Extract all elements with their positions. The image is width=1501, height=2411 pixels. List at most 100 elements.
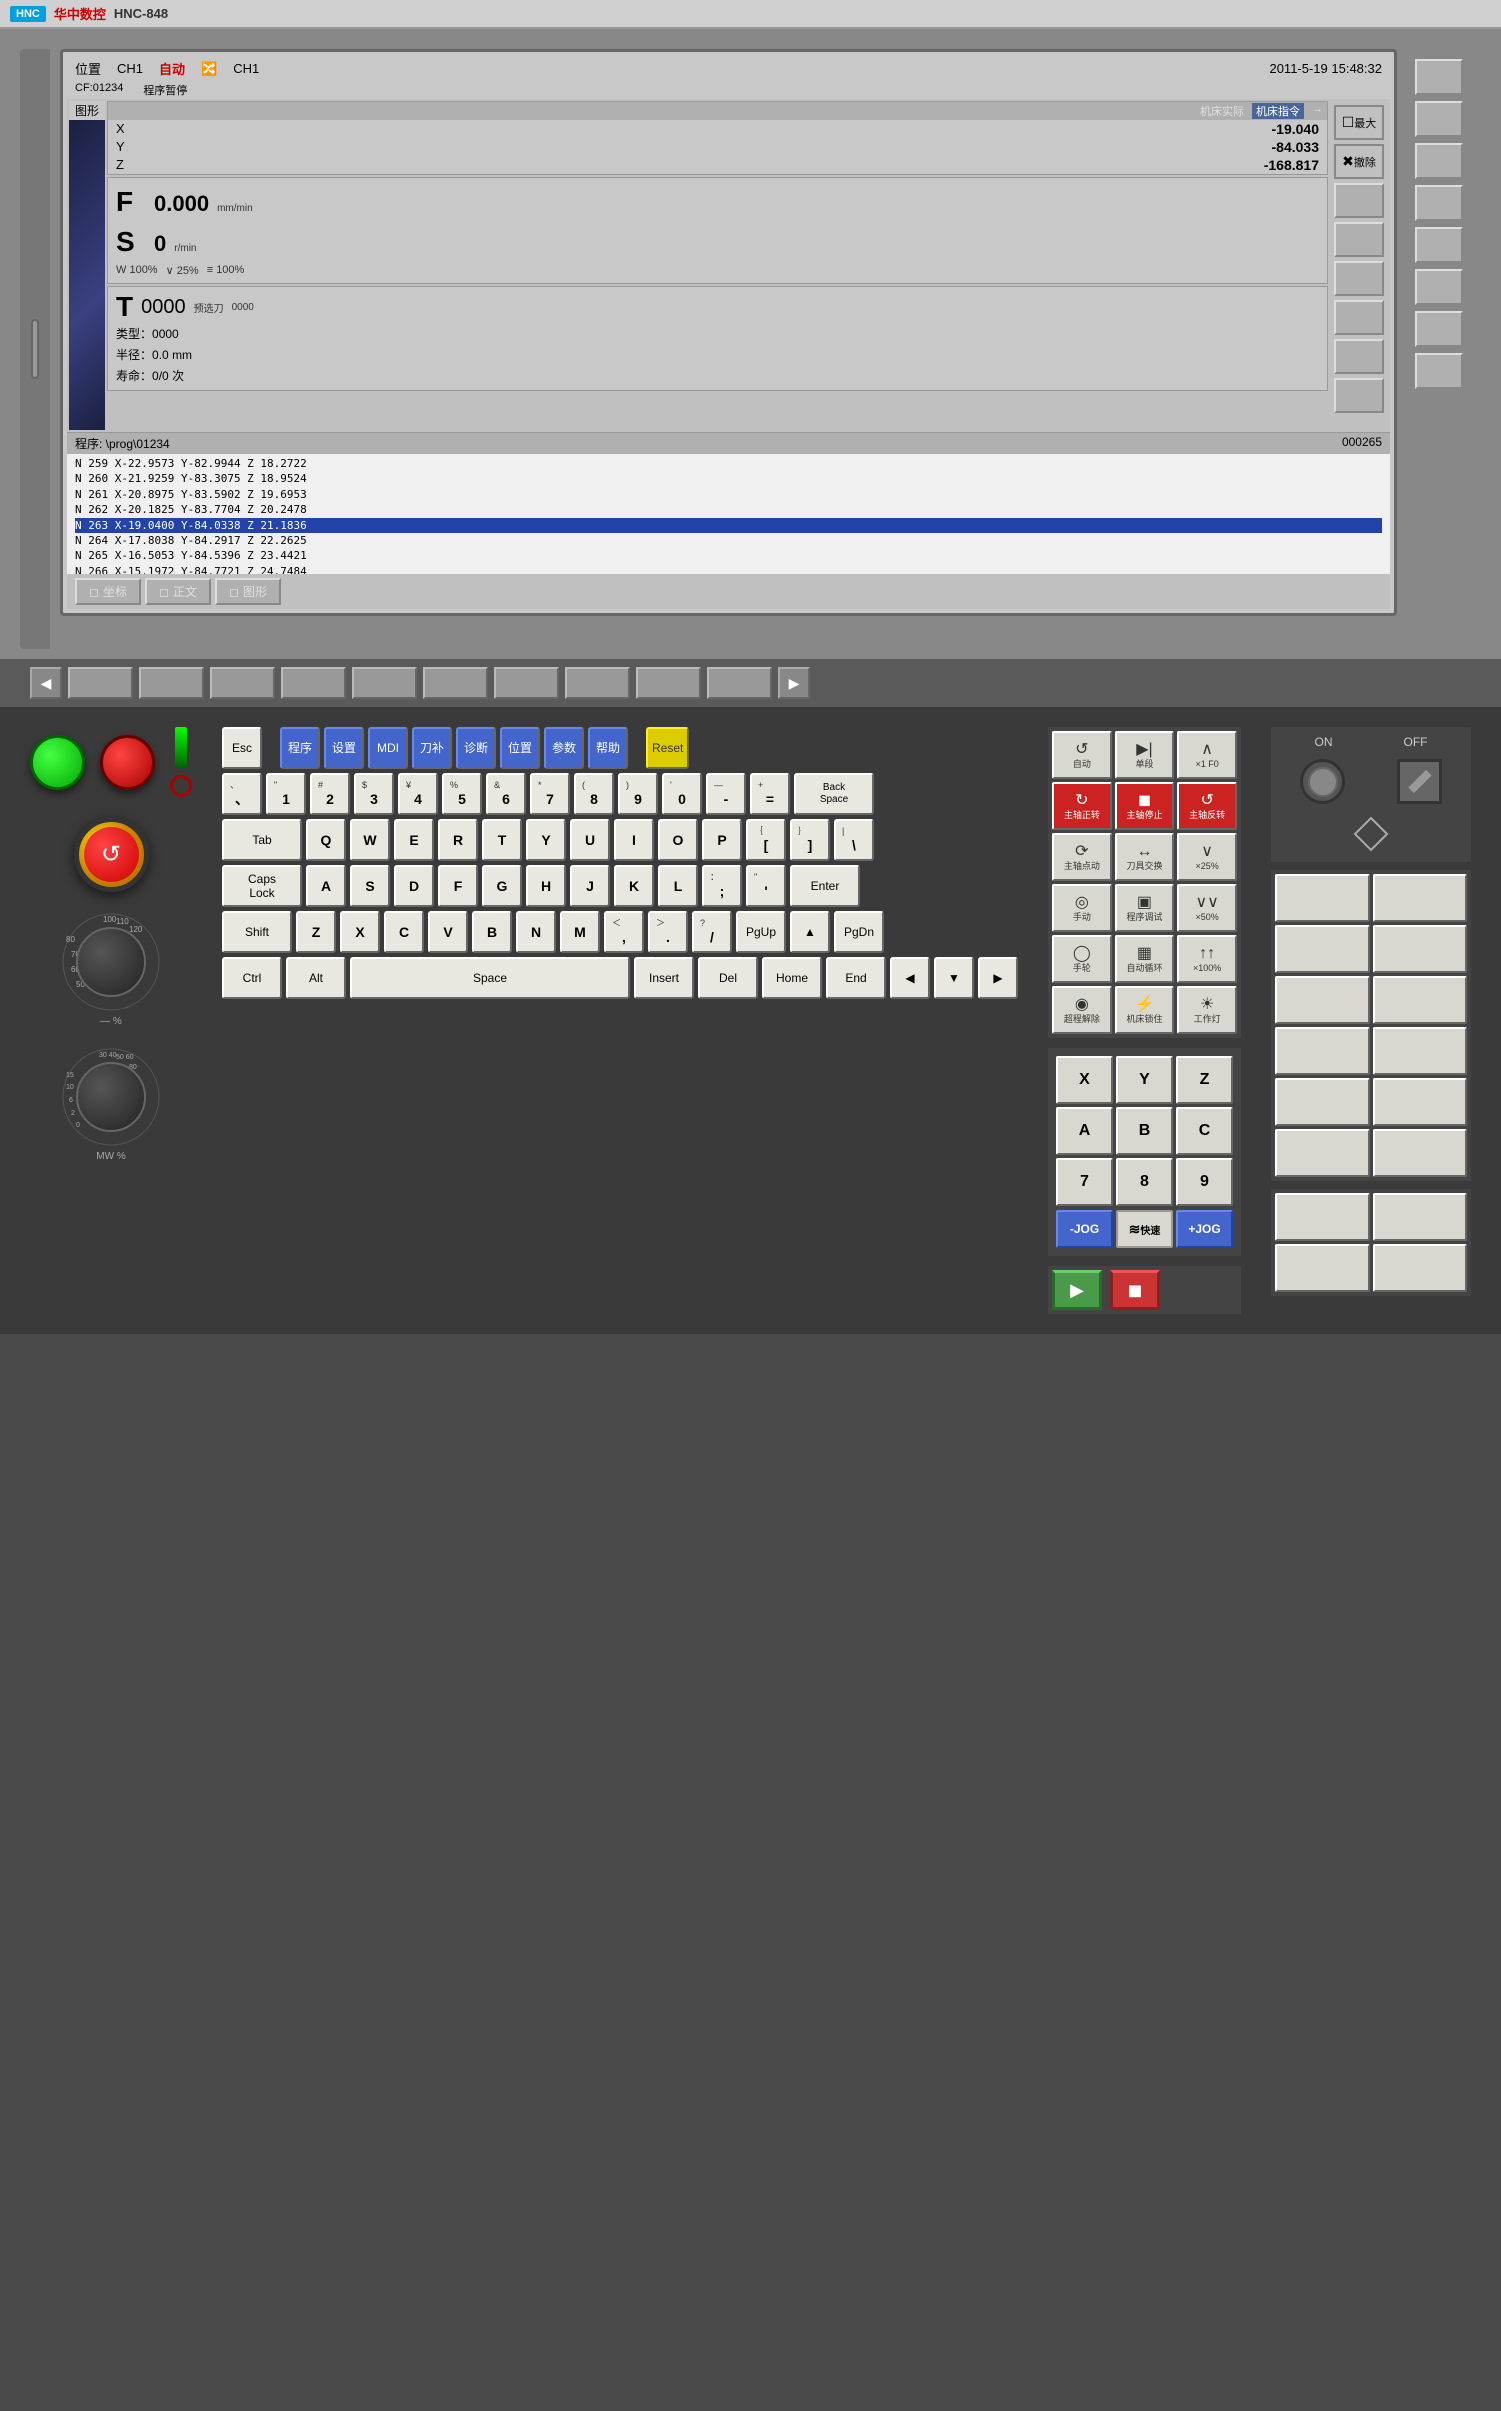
key-pgup[interactable]: PgUp xyxy=(736,911,786,953)
key-m[interactable]: M xyxy=(560,911,600,953)
fkey-btn-4[interactable] xyxy=(281,667,346,699)
key-period[interactable]: ＞ . xyxy=(648,911,688,953)
extra-btn-8[interactable] xyxy=(1373,1027,1468,1075)
xyz-btn-9[interactable]: 9 xyxy=(1176,1158,1233,1206)
key-v[interactable]: V xyxy=(428,911,468,953)
ctrl-btn-machine-lock[interactable]: ⚡ 机床锁住 xyxy=(1115,986,1175,1034)
key-q[interactable]: Q xyxy=(306,819,346,861)
fkey-btn-10[interactable] xyxy=(707,667,772,699)
key-alt[interactable]: Alt xyxy=(286,957,346,999)
key-o[interactable]: O xyxy=(658,819,698,861)
ctrl-btn-auto[interactable]: ↺ 自动 xyxy=(1052,731,1112,779)
extra-btn-6[interactable] xyxy=(1373,976,1468,1024)
xyz-btn-y[interactable]: Y xyxy=(1116,1056,1173,1104)
key-i[interactable]: I xyxy=(614,819,654,861)
key-params[interactable]: 参数 xyxy=(544,727,584,769)
fkey-btn-9[interactable] xyxy=(636,667,701,699)
key-f[interactable]: F xyxy=(438,865,478,907)
edge-btn-1[interactable] xyxy=(1415,59,1463,95)
key-7[interactable]: * 7 xyxy=(530,773,570,815)
extra-btn-1[interactable] xyxy=(1275,874,1370,922)
edge-btn-7[interactable] xyxy=(1415,311,1463,347)
key-shift[interactable]: Shift xyxy=(222,911,292,953)
key-end[interactable]: End xyxy=(826,957,886,999)
key-l[interactable]: L xyxy=(658,865,698,907)
key-space[interactable]: Space xyxy=(350,957,630,999)
key-quote[interactable]: " ' xyxy=(746,865,786,907)
jog-fast-btn[interactable]: ≋ 快速 xyxy=(1116,1210,1173,1248)
extra-btn-9[interactable] xyxy=(1275,1078,1370,1126)
xyz-btn-a[interactable]: A xyxy=(1056,1107,1113,1155)
key-b[interactable]: B xyxy=(472,911,512,953)
key-1[interactable]: " 1 xyxy=(266,773,306,815)
key-program[interactable]: 程序 xyxy=(280,727,320,769)
fkey-btn-1[interactable] xyxy=(68,667,133,699)
sidebar-btn-5[interactable] xyxy=(1334,339,1384,374)
key-x[interactable]: X xyxy=(340,911,380,953)
key-semicolon[interactable]: ： ; xyxy=(702,865,742,907)
tab-normal[interactable]: ◻ 正文 xyxy=(145,578,211,605)
key-tab[interactable]: Tab xyxy=(222,819,302,861)
key-pgdn[interactable]: PgDn xyxy=(834,911,884,953)
extra-btn-7[interactable] xyxy=(1275,1027,1370,1075)
ctrl-btn-x1f0[interactable]: ∧ ×1 F0 xyxy=(1177,731,1237,779)
key-y[interactable]: Y xyxy=(526,819,566,861)
extra-btn-4[interactable] xyxy=(1373,925,1468,973)
sidebar-btn-3[interactable] xyxy=(1334,261,1384,296)
key-backtick[interactable]: 、 、 xyxy=(222,773,262,815)
key-position[interactable]: 位置 xyxy=(500,727,540,769)
xyz-btn-7[interactable]: 7 xyxy=(1056,1158,1113,1206)
key-backslash[interactable]: | \ xyxy=(834,819,874,861)
key-ctrl[interactable]: Ctrl xyxy=(222,957,282,999)
key-settings[interactable]: 设置 xyxy=(324,727,364,769)
tab-graph[interactable]: ◻ 图形 xyxy=(215,578,281,605)
key-equals[interactable]: + = xyxy=(750,773,790,815)
feed-knob-body[interactable] xyxy=(76,1062,146,1132)
extra-btn-10[interactable] xyxy=(1373,1078,1468,1126)
key-comma[interactable]: ＜ , xyxy=(604,911,644,953)
edge-btn-6[interactable] xyxy=(1415,269,1463,305)
key-4[interactable]: ¥ 4 xyxy=(398,773,438,815)
key-lbracket[interactable]: ｛ [ xyxy=(746,819,786,861)
key-down-arrow[interactable]: ▼ xyxy=(934,957,974,999)
ctrl-btn-prog-debug[interactable]: ▣ 程序调试 xyxy=(1115,884,1175,932)
btn-max[interactable]: ☐ 最大 xyxy=(1334,105,1384,140)
key-diagnose[interactable]: 诊断 xyxy=(456,727,496,769)
key-g[interactable]: G xyxy=(482,865,522,907)
tab-coord[interactable]: ◻ 坐标 xyxy=(75,578,141,605)
fkey-btn-7[interactable] xyxy=(494,667,559,699)
xyz-btn-c[interactable]: C xyxy=(1176,1107,1233,1155)
key-del[interactable]: Del xyxy=(698,957,758,999)
key-k[interactable]: K xyxy=(614,865,654,907)
key-z[interactable]: Z xyxy=(296,911,336,953)
extra-btn-b4[interactable] xyxy=(1373,1244,1468,1292)
fkey-btn-2[interactable] xyxy=(139,667,204,699)
key-up-arrow[interactable]: ▲ xyxy=(790,911,830,953)
extra-btn-b2[interactable] xyxy=(1373,1193,1468,1241)
key-2[interactable]: # 2 xyxy=(310,773,350,815)
key-8[interactable]: ( 8 xyxy=(574,773,614,815)
extra-btn-2[interactable] xyxy=(1373,874,1468,922)
key-u[interactable]: U xyxy=(570,819,610,861)
key-insert[interactable]: Insert xyxy=(634,957,694,999)
ctrl-btn-x100[interactable]: ↑↑ ×100% xyxy=(1177,935,1237,983)
ctrl-btn-single[interactable]: ▶| 单段 xyxy=(1115,731,1175,779)
key-esc[interactable]: Esc xyxy=(222,727,262,769)
key-reset[interactable]: Reset xyxy=(646,727,689,769)
key-r[interactable]: R xyxy=(438,819,478,861)
green-button[interactable] xyxy=(30,735,85,790)
ctrl-btn-spindle-fwd[interactable]: ↻ 主轴正转 xyxy=(1052,782,1112,830)
key-0[interactable]: ' 0 xyxy=(662,773,702,815)
speed-knob-body[interactable] xyxy=(76,927,146,997)
ctrl-btn-work-light[interactable]: ☀ 工作灯 xyxy=(1177,986,1237,1034)
key-j[interactable]: J xyxy=(570,865,610,907)
key-d[interactable]: D xyxy=(394,865,434,907)
btn-clear[interactable]: ✖ 撤除 xyxy=(1334,144,1384,179)
key-minus[interactable]: — - xyxy=(706,773,746,815)
key-slash[interactable]: ? / xyxy=(692,911,732,953)
key-9[interactable]: ) 9 xyxy=(618,773,658,815)
jog-minus-btn[interactable]: -JOG xyxy=(1056,1210,1113,1248)
extra-btn-11[interactable] xyxy=(1275,1129,1370,1177)
power-off-btn[interactable]: ◼ xyxy=(1110,1270,1160,1310)
key-3[interactable]: $ 3 xyxy=(354,773,394,815)
